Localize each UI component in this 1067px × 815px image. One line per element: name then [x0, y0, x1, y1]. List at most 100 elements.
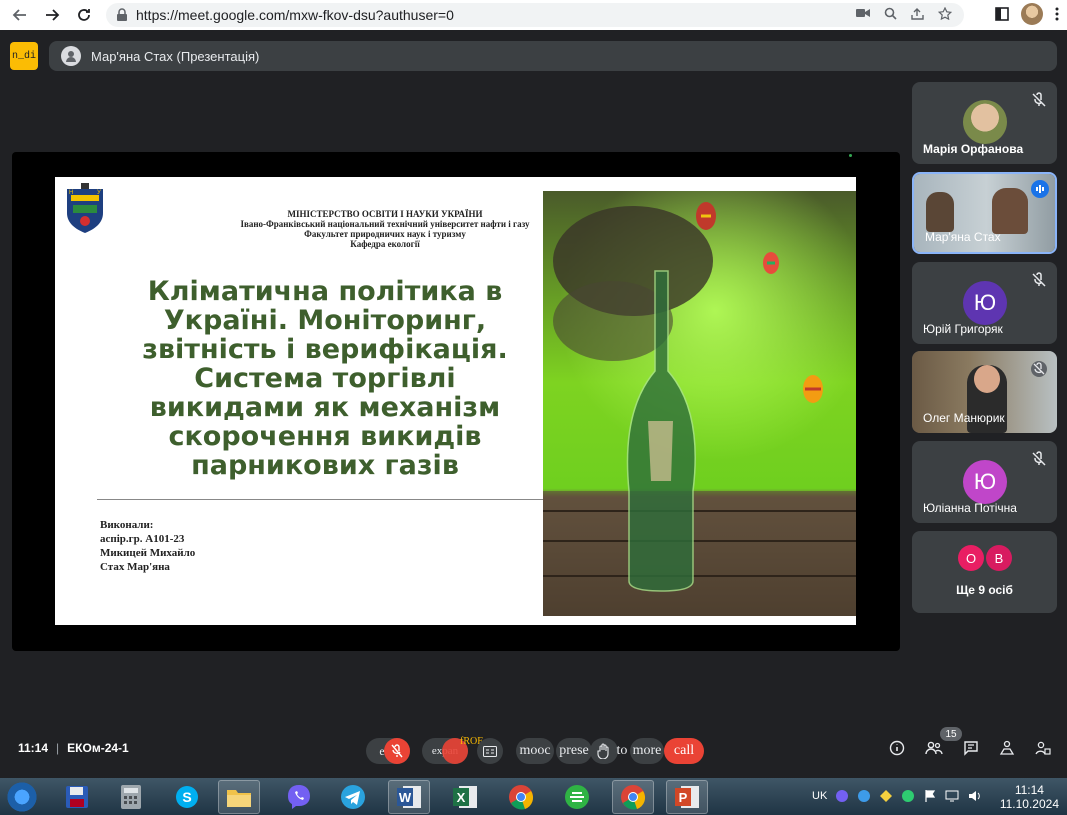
menu-dots-icon[interactable]	[1055, 7, 1059, 21]
word-icon: W	[397, 786, 421, 808]
avatar: В	[986, 545, 1012, 571]
profile-avatar[interactable]	[1021, 3, 1043, 25]
status-dot	[849, 154, 852, 157]
volume-icon[interactable]	[967, 789, 981, 803]
reload-icon	[78, 9, 90, 21]
network-icon[interactable]	[945, 789, 959, 803]
control-label: mooc	[519, 743, 551, 758]
folder-icon	[227, 790, 251, 807]
address-bar[interactable]: https://meet.google.com/mxw-fkov-dsu?aut…	[106, 3, 964, 27]
more-participants-label: Ще 9 осіб	[956, 583, 1013, 597]
back-button[interactable]	[6, 1, 34, 29]
participant-tile[interactable]: Ю Юрій Григоряк	[912, 262, 1057, 344]
authors-heading: Виконали:	[100, 519, 154, 531]
mic-off-icon	[1032, 451, 1046, 466]
people-icon[interactable]	[925, 740, 943, 756]
forward-arrow-icon	[46, 9, 60, 21]
author-name: Стах Мар'яна	[100, 561, 170, 573]
more-participants-tile[interactable]: О В Ще 9 осіб	[912, 531, 1057, 613]
share-icon[interactable]	[911, 7, 924, 20]
mic-button[interactable]	[384, 738, 410, 764]
system-tray: UK	[812, 789, 981, 803]
skype-app-icon[interactable]: S	[166, 780, 208, 814]
leave-call-button[interactable]: call	[664, 738, 704, 764]
host-controls-icon[interactable]	[1035, 740, 1051, 756]
svg-text:S: S	[182, 789, 191, 805]
camera-icon[interactable]	[856, 7, 870, 19]
more-options-button[interactable]: more	[630, 738, 664, 764]
meeting-time: 11:14	[18, 741, 49, 755]
chrome-active-app-icon[interactable]	[612, 780, 654, 814]
notification-tray-icon[interactable]	[857, 789, 871, 803]
person-face	[974, 365, 1000, 393]
telegram-app-icon[interactable]	[332, 780, 374, 814]
participant-name: Юрій Григоряк	[923, 322, 1003, 336]
edge-legacy-app-icon[interactable]	[556, 780, 598, 814]
calculator-app-icon[interactable]	[110, 780, 152, 814]
slide-authors: Виконали: аспір.гр. А101-23 Микицей Миха…	[100, 518, 195, 574]
presenter-bar[interactable]: Мар'яна Стах (Презентація)	[49, 41, 1057, 71]
side-panel-icon[interactable]	[995, 7, 1009, 21]
mic-options-button[interactable]: exp	[366, 738, 410, 764]
browser-toolbar: https://meet.google.com/mxw-fkov-dsu?aut…	[0, 0, 1067, 30]
app-tray-icon[interactable]	[879, 789, 893, 803]
hand-icon	[597, 743, 609, 759]
participant-tile[interactable]: Мар'яна Стах	[912, 172, 1057, 254]
language-indicator[interactable]: UK	[812, 790, 827, 802]
svg-text:P: P	[679, 790, 688, 805]
meeting-info: 11:14 | ЕКОм-24-1	[18, 741, 129, 755]
save-icon	[66, 786, 88, 808]
present-button[interactable]: prese	[556, 738, 592, 764]
control-label: prese	[559, 743, 589, 758]
participant-tile[interactable]: Марія Орфанова	[912, 82, 1057, 164]
participant-name: Мар'яна Стах	[925, 230, 1001, 244]
separator: |	[56, 741, 60, 755]
app-icon-label: n_di	[11, 50, 36, 62]
forward-button[interactable]	[38, 1, 66, 29]
university-emblem-icon: Н У	[67, 183, 103, 233]
viber-app-icon[interactable]	[278, 780, 320, 814]
avatar: О	[958, 545, 984, 571]
info-icon[interactable]	[889, 740, 905, 756]
speaking-indicator	[1031, 180, 1049, 198]
toggle-label[interactable]: to	[614, 738, 630, 764]
viber-icon	[288, 785, 310, 809]
ministry-line: МІНІСТЕРСТВО ОСВІТИ І НАУКИ УКРАЇНИ	[287, 209, 483, 219]
chat-icon[interactable]	[963, 740, 979, 756]
participant-tile[interactable]: Ю Юліанна Потічна	[912, 441, 1057, 523]
bookmark-star-icon[interactable]	[938, 7, 952, 20]
activities-icon[interactable]	[999, 740, 1015, 756]
person-icon	[66, 51, 76, 62]
viber-tray-icon[interactable]	[835, 789, 849, 803]
taskbar-clock[interactable]: 11:14 11.10.2024	[1000, 783, 1059, 811]
university-line: Івано-Франківський національний технічни…	[240, 219, 530, 229]
mic-off-icon	[1031, 361, 1047, 377]
participants-count-badge: 15	[940, 727, 962, 741]
faculty-line: Факультет природничих наук і туризму	[304, 229, 466, 239]
meeting-code[interactable]: ЕКОм-24-1	[67, 741, 129, 755]
chrome-app-icon[interactable]	[500, 780, 542, 814]
excel-app-icon[interactable]: X	[444, 780, 486, 814]
author-name: Микицей Михайло	[100, 547, 196, 559]
update-tray-icon[interactable]	[901, 789, 915, 803]
captions-button[interactable]	[477, 738, 503, 764]
clock-time: 11:14	[1014, 783, 1044, 797]
side-controls	[889, 740, 1051, 756]
word-app-icon[interactable]: W	[388, 780, 430, 814]
zoom-icon[interactable]	[884, 7, 897, 20]
flag-icon[interactable]	[923, 789, 937, 803]
url-text: https://meet.google.com/mxw-fkov-dsu?aut…	[136, 7, 454, 23]
participant-tile[interactable]: Олег Манюрик	[912, 351, 1057, 433]
meet-app-icon[interactable]: n_di	[10, 42, 38, 70]
control-label: to	[616, 743, 628, 758]
reload-button[interactable]	[70, 1, 98, 29]
reactions-button[interactable]: mooc	[516, 738, 554, 764]
mic-off-icon	[391, 744, 403, 758]
presenter-label: Мар'яна Стах (Презентація)	[91, 48, 260, 64]
avatar: Ю	[963, 460, 1007, 504]
powerpoint-app-icon[interactable]: P	[666, 780, 708, 814]
floppy-app-icon[interactable]	[56, 780, 98, 814]
explorer-app-icon[interactable]	[218, 780, 260, 814]
slide-divider	[97, 499, 547, 500]
start-button[interactable]	[4, 781, 40, 813]
